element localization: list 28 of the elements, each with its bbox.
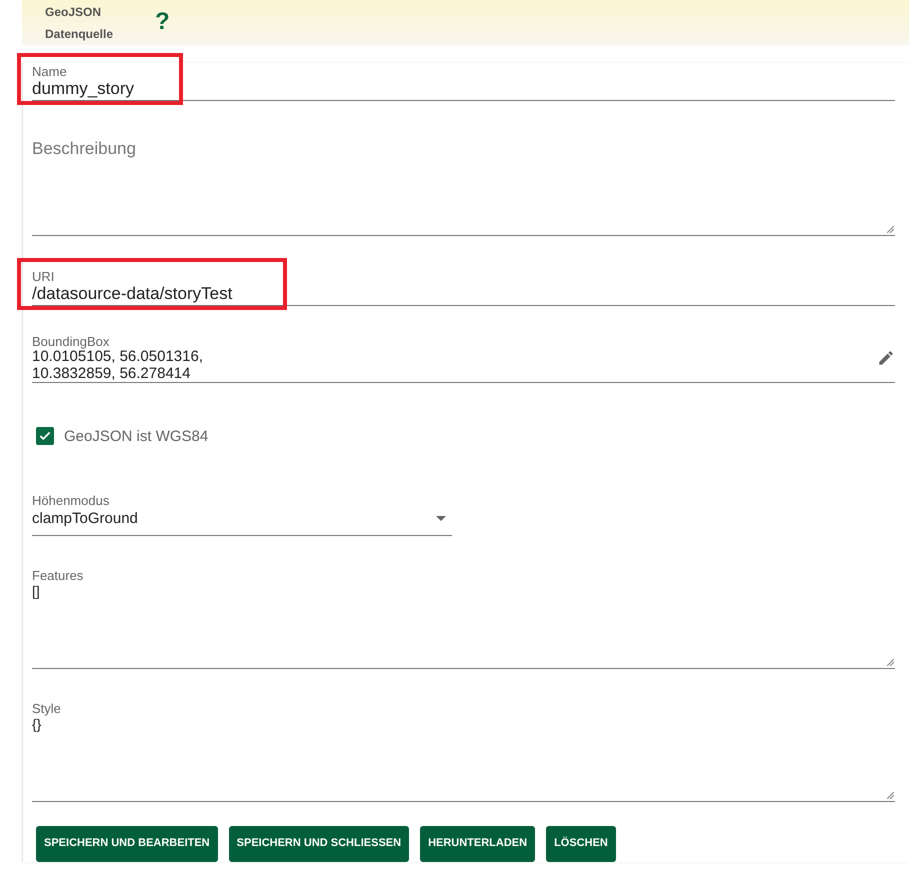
field-label: URI: [32, 269, 56, 284]
field-label: Höhenmodus: [32, 493, 110, 508]
checkbox[interactable]: [36, 427, 54, 445]
edit-icon[interactable]: [877, 349, 895, 367]
field-label: Beschreibung: [32, 139, 137, 159]
dropdown-caret-icon[interactable]: [436, 516, 446, 521]
action-button[interactable]: LÖSCHEN: [546, 826, 616, 862]
select-field[interactable]: clampToGround: [32, 510, 436, 527]
input-field[interactable]: dummy_story: [32, 79, 895, 99]
action-button[interactable]: SPEICHERN UND SCHLIESSEN: [228, 826, 410, 862]
check-icon: [38, 429, 52, 443]
resize-handle-icon[interactable]: [887, 792, 894, 799]
text-area[interactable]: {}: [32, 716, 895, 732]
help-icon[interactable]: ?: [155, 8, 170, 36]
page-title-line: GeoJSON: [45, 4, 102, 20]
page-title-line: Datenquelle: [45, 26, 114, 42]
field-label: BoundingBox: [32, 334, 110, 348]
action-button[interactable]: HERUNTERLADEN: [420, 826, 536, 862]
field-label: Name: [32, 64, 68, 79]
resize-handle-icon[interactable]: [887, 659, 894, 666]
checkbox-label: GeoJSON ist WGS84: [64, 428, 208, 444]
field-label: Style: [32, 701, 62, 716]
field-label: Features: [32, 568, 84, 583]
action-button[interactable]: SPEICHERN UND BEARBEITEN: [36, 826, 218, 862]
text-area[interactable]: []: [32, 583, 895, 599]
resize-handle-icon[interactable]: [887, 226, 894, 233]
field-value: 10.0105105, 56.0501316, 10.3832859, 56.278414: [32, 348, 204, 382]
input-field[interactable]: /datasource-data/storyTest: [32, 284, 895, 304]
